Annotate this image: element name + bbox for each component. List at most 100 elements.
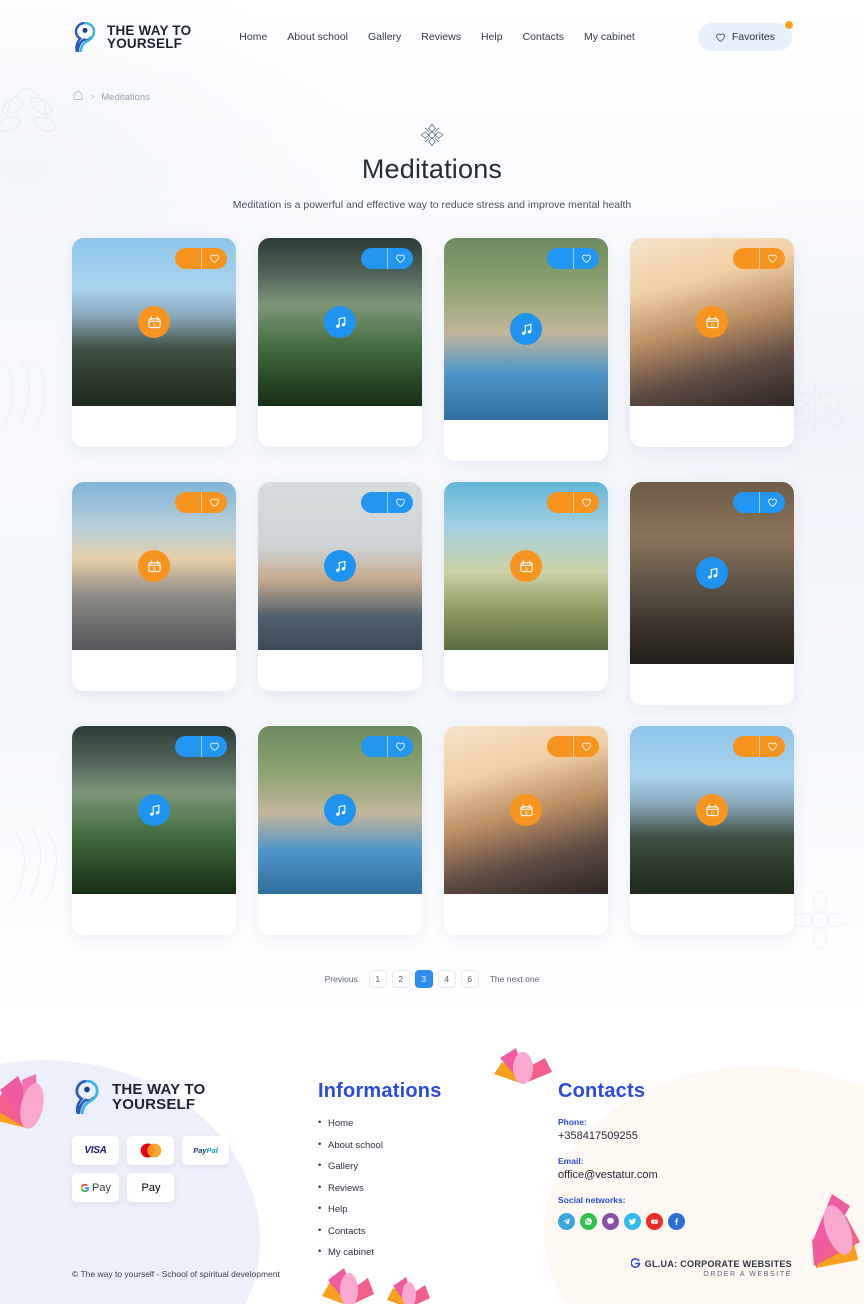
footer-link-item[interactable]: Reviews	[318, 1182, 508, 1194]
card-favorite-button[interactable]	[573, 736, 599, 757]
card-play-button[interactable]	[324, 794, 356, 826]
card-play-button[interactable]	[696, 557, 728, 589]
person-ribbon-logo-icon	[74, 22, 96, 52]
card-favorite-button[interactable]	[201, 248, 227, 269]
meditation-card[interactable]: D	[72, 238, 236, 447]
card-favorite-button[interactable]	[387, 736, 413, 757]
card-play-button[interactable]	[510, 313, 542, 345]
card-row: DD	[72, 238, 794, 461]
footer-link-item[interactable]: My cabinet	[318, 1246, 508, 1258]
card-type-badge[interactable]	[361, 248, 387, 269]
breadcrumb-home-link[interactable]	[72, 88, 84, 106]
whatsapp-icon[interactable]	[580, 1213, 597, 1230]
card-type-badge[interactable]	[175, 736, 201, 757]
card-media: D	[72, 482, 236, 650]
card-play-button[interactable]: D	[696, 306, 728, 338]
card-type-badge[interactable]	[175, 248, 201, 269]
brand-logo[interactable]: THE WAY TO YOURSELF	[72, 22, 191, 52]
pagination-page-6[interactable]: 6	[460, 970, 479, 988]
meditation-card[interactable]	[258, 238, 422, 447]
card-type-badge[interactable]	[733, 248, 759, 269]
heart-outline-icon	[768, 254, 777, 263]
card-media: D	[444, 726, 608, 894]
meditation-card[interactable]: D	[630, 726, 794, 935]
card-badge-group	[175, 492, 227, 513]
card-type-badge[interactable]	[547, 736, 573, 757]
pagination-page-3[interactable]: 3	[414, 970, 433, 988]
viber-icon[interactable]	[602, 1213, 619, 1230]
nav-item-contacts[interactable]: Contacts	[523, 31, 564, 43]
glua-credit[interactable]: GL.UA: CORPORATE WEBSITES ORDER A WEBSIT…	[630, 1258, 792, 1278]
card-play-button[interactable]	[138, 794, 170, 826]
card-body	[72, 894, 236, 935]
meditation-card[interactable]	[72, 726, 236, 935]
meditation-card[interactable]	[258, 726, 422, 935]
footer-link-item[interactable]: About school	[318, 1139, 508, 1151]
card-media	[630, 482, 794, 664]
meditation-card[interactable]: D	[630, 238, 794, 447]
card-play-button[interactable]: D	[696, 794, 728, 826]
pagination-previous[interactable]: Previous	[319, 970, 364, 988]
footer-informations-column: Informations Home About school Gallery Revi…	[318, 1080, 508, 1269]
footer-link-item[interactable]: Contacts	[318, 1225, 508, 1237]
nav-item-home[interactable]: Home	[239, 31, 267, 43]
nav-item-reviews[interactable]: Reviews	[421, 31, 461, 43]
nav-item-my-cabinet[interactable]: My cabinet	[584, 31, 635, 43]
card-favorite-button[interactable]	[759, 248, 785, 269]
card-type-badge[interactable]	[547, 492, 573, 513]
card-type-badge[interactable]	[547, 248, 573, 269]
footer-link-item[interactable]: Gallery	[318, 1160, 508, 1172]
card-favorite-button[interactable]	[201, 736, 227, 757]
card-type-badge[interactable]	[733, 736, 759, 757]
nav-item-help[interactable]: Help	[481, 31, 503, 43]
card-favorite-button[interactable]	[201, 492, 227, 513]
card-body	[444, 420, 608, 461]
footer-link-item[interactable]: Help	[318, 1203, 508, 1215]
social-networks-label: Social networks:	[558, 1195, 626, 1205]
facebook-icon[interactable]	[668, 1213, 685, 1230]
card-badge-group	[733, 492, 785, 513]
card-play-button[interactable]: D	[510, 550, 542, 582]
card-favorite-button[interactable]	[573, 248, 599, 269]
card-favorite-button[interactable]	[759, 736, 785, 757]
card-favorite-button[interactable]	[573, 492, 599, 513]
card-play-button[interactable]: D	[138, 306, 170, 338]
pagination-next[interactable]: The next one	[484, 970, 546, 988]
meditation-card[interactable]	[444, 238, 608, 461]
card-type-badge[interactable]	[175, 492, 201, 513]
heart-outline-icon	[210, 498, 219, 507]
card-type-badge[interactable]	[361, 492, 387, 513]
favorites-button[interactable]: Favorites	[697, 21, 793, 51]
nav-item-about-school[interactable]: About school	[287, 31, 348, 43]
pagination-page-4[interactable]: 4	[437, 970, 456, 988]
meditation-card[interactable]	[630, 482, 794, 705]
card-type-badge[interactable]	[361, 736, 387, 757]
card-play-button[interactable]	[324, 550, 356, 582]
meditation-card[interactable]: D	[444, 482, 608, 691]
card-play-button[interactable]: D	[138, 550, 170, 582]
card-play-button[interactable]	[324, 306, 356, 338]
meditation-card[interactable]	[258, 482, 422, 691]
card-body	[258, 894, 422, 935]
email-value[interactable]: office@vestatur.com	[558, 1169, 778, 1181]
phone-value[interactable]: +358417509255	[558, 1130, 778, 1142]
pagination-page-2[interactable]: 2	[391, 970, 410, 988]
card-media	[258, 726, 422, 894]
meditation-card[interactable]: D	[444, 726, 608, 935]
social-links	[558, 1213, 778, 1230]
nav-item-gallery[interactable]: Gallery	[368, 31, 401, 43]
card-type-badge[interactable]	[733, 492, 759, 513]
card-play-button[interactable]: D	[510, 794, 542, 826]
card-favorite-button[interactable]	[387, 492, 413, 513]
youtube-icon[interactable]	[646, 1213, 663, 1230]
card-favorite-button[interactable]	[387, 248, 413, 269]
card-badge-group	[361, 736, 413, 757]
footer-informations-heading: Informations	[318, 1080, 442, 1102]
pagination-page-1[interactable]: 1	[368, 970, 387, 988]
footer-link-item[interactable]: Home	[318, 1117, 508, 1129]
card-favorite-button[interactable]	[759, 492, 785, 513]
twitter-icon[interactable]	[624, 1213, 641, 1230]
telegram-icon[interactable]	[558, 1213, 575, 1230]
brand-line-2: YOURSELF	[107, 36, 183, 51]
meditation-card[interactable]: D	[72, 482, 236, 691]
